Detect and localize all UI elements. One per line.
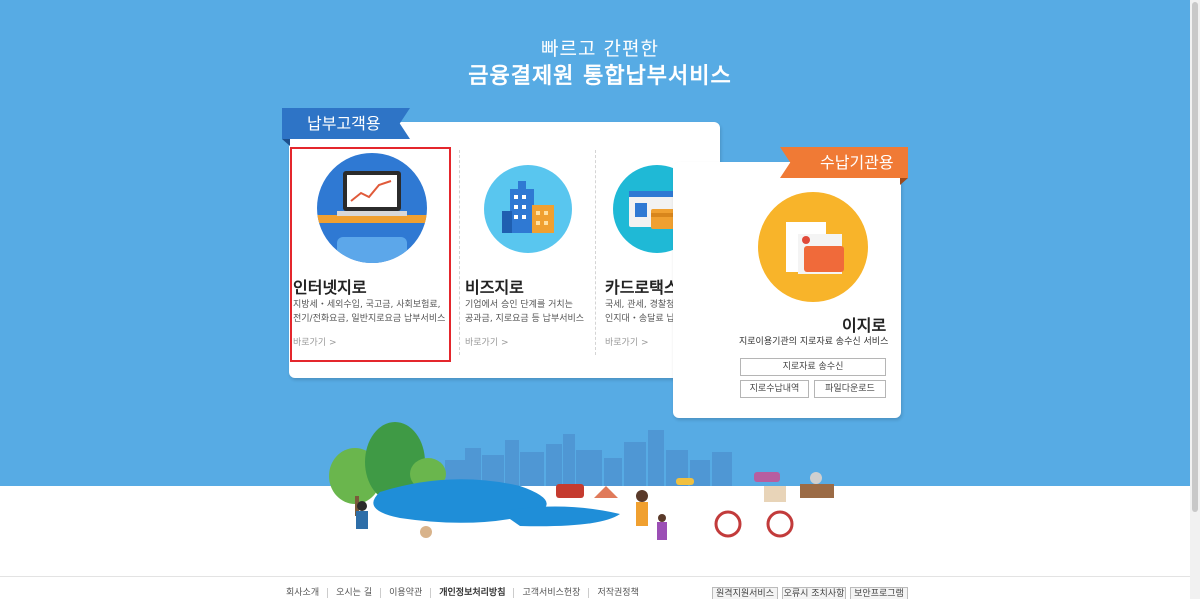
scrollbar-thumb[interactable] (1192, 2, 1198, 512)
hero-title: 금융결제원 통합납부서비스 (468, 64, 732, 89)
city-park-illustration (329, 422, 834, 540)
agency-ribbon: 수납기관용 (780, 147, 908, 178)
footer-divider (0, 576, 1200, 577)
footer-link-directions[interactable]: 오시는 길 (327, 588, 380, 598)
folder-document-icon (758, 192, 868, 302)
security-program-button[interactable]: 보안프로그램 (850, 587, 908, 599)
footer-link-copyright[interactable]: 저작권정책 (588, 588, 646, 598)
giro-data-transfer-button[interactable]: 지로자료 송수신 (740, 358, 886, 376)
card-divider (595, 150, 596, 355)
footer-link-about[interactable]: 회사소개 (286, 588, 327, 598)
footer-link-terms[interactable]: 이용약관 (380, 588, 430, 598)
card-title: 카드로택스 (605, 278, 679, 297)
giro-receipt-history-button[interactable]: 지로수납내역 (740, 380, 809, 398)
footer-links: 회사소개 오시는 길 이용약관 개인정보처리방침 고객서비스헌장 저작권정책 (286, 588, 647, 598)
go-link[interactable]: 바로가기 > (465, 335, 509, 348)
agency-title: 이지로 (842, 316, 887, 335)
go-link[interactable]: 바로가기 > (605, 335, 649, 348)
card-title: 비즈지로 (465, 278, 524, 297)
card-divider (459, 150, 460, 355)
customer-ribbon: 납부고객용 (282, 108, 410, 139)
footer-link-privacy[interactable]: 개인정보처리방침 (430, 588, 513, 598)
card-desc: 기업에서 승인 단계를 거치는 공과금, 지로요금 등 납부서비스 (465, 300, 585, 324)
error-guide-button[interactable]: 오류시 조치사항 (782, 587, 846, 599)
building-icon (484, 165, 572, 253)
agency-desc: 지로이용기관의 지로자료 송수신 서비스 (739, 337, 889, 347)
footer-link-charter[interactable]: 고객서비스헌장 (513, 588, 588, 598)
remote-support-button[interactable]: 원격지원서비스 (712, 587, 778, 599)
hero-subtitle: 빠르고 간편한 (541, 38, 659, 60)
file-download-button[interactable]: 파일다운로드 (814, 380, 886, 398)
card-biz-giro[interactable]: 비즈지로 기업에서 승인 단계를 거치는 공과금, 지로요금 등 납부서비스 바… (465, 148, 595, 360)
selection-highlight (290, 147, 451, 362)
